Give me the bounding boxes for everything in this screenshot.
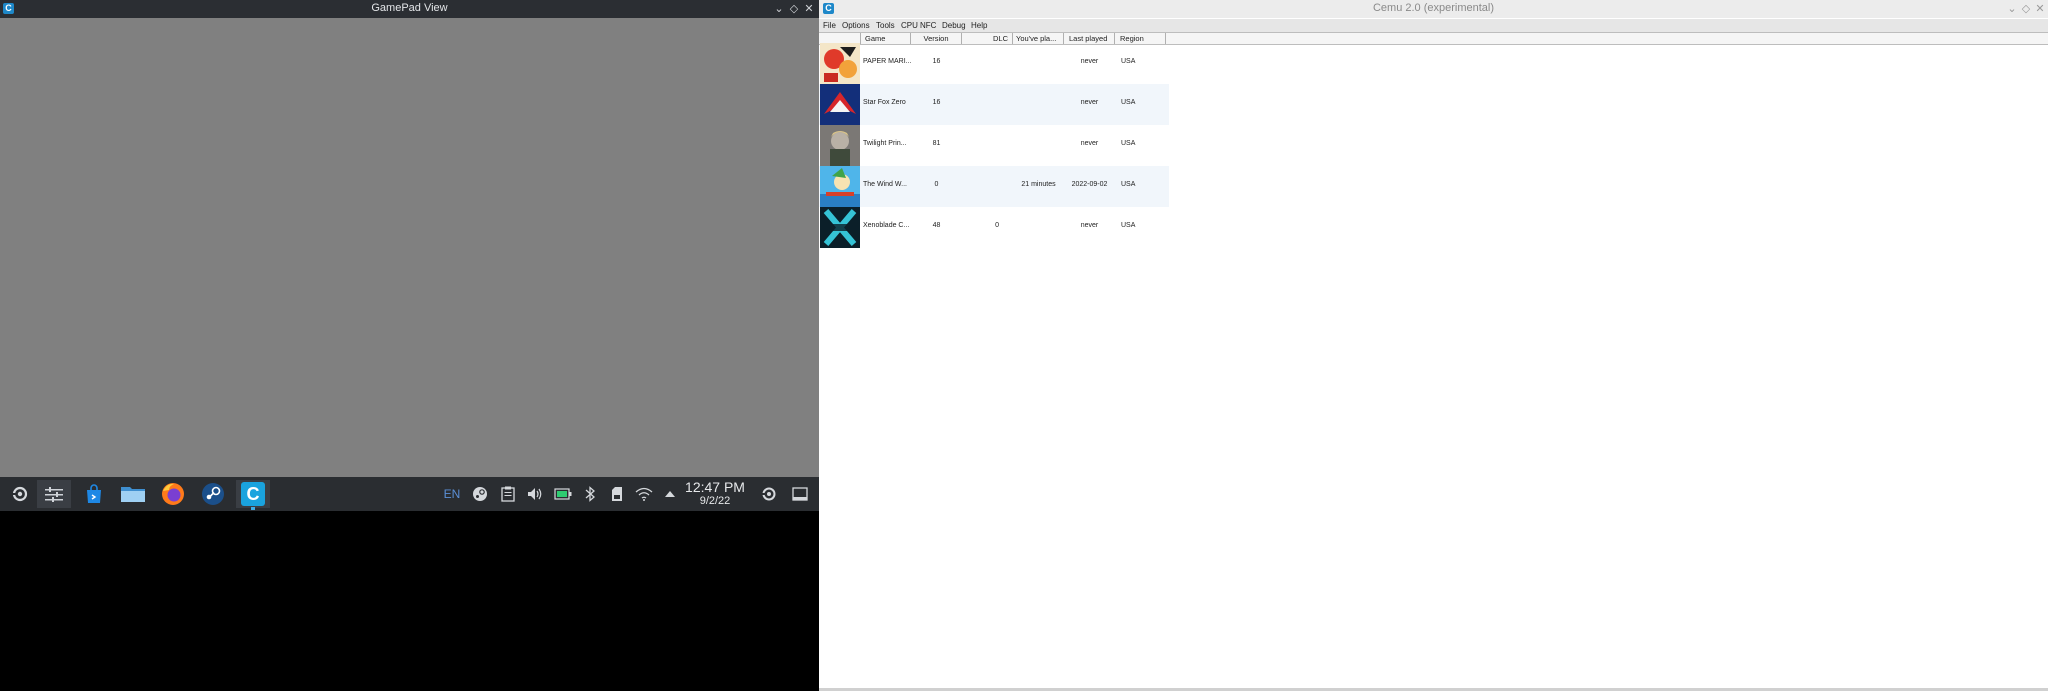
menu-tools[interactable]: Tools bbox=[876, 21, 895, 30]
game-version: 48 bbox=[932, 222, 941, 229]
gamepad-titlebar[interactable]: C GamePad View ⌄ ◇ ✕ bbox=[0, 0, 819, 18]
bluetooth-icon bbox=[585, 486, 595, 502]
clock-time: 12:47 PM bbox=[685, 479, 745, 495]
maximize-button[interactable]: ◇ bbox=[2019, 1, 2033, 17]
game-title: PAPER MARI... bbox=[863, 58, 912, 65]
minimize-button[interactable]: ⌄ bbox=[772, 1, 786, 17]
file-manager-button[interactable] bbox=[116, 480, 150, 508]
game-title: Star Fox Zero bbox=[863, 99, 906, 106]
gamepad-render-area[interactable] bbox=[0, 18, 819, 477]
cemu-titlebar[interactable]: C Cemu 2.0 (experimental) ⌄ ◇ ✕ bbox=[819, 0, 2048, 18]
steam-button[interactable] bbox=[196, 480, 230, 508]
game-cover-image bbox=[820, 43, 860, 84]
battery-button[interactable] bbox=[552, 477, 574, 511]
steam-tray-icon bbox=[473, 487, 487, 501]
game-last-played: never bbox=[1080, 222, 1099, 229]
game-region: USA bbox=[1121, 181, 1136, 188]
game-last-played: never bbox=[1080, 58, 1099, 65]
game-row-twilight-princess[interactable]: Twilight Prin... 81 never USA bbox=[819, 125, 1169, 166]
maximize-button[interactable]: ◇ bbox=[787, 1, 801, 17]
battery-charging-icon bbox=[554, 488, 572, 500]
shopping-bag-icon bbox=[87, 484, 101, 503]
game-title: Xenoblade C... bbox=[863, 222, 910, 229]
menu-file[interactable]: File bbox=[823, 21, 836, 30]
sd-card-icon bbox=[612, 487, 622, 501]
game-row-star-fox-zero[interactable]: Star Fox Zero 16 never USA bbox=[819, 84, 1169, 125]
firefox-icon bbox=[162, 483, 184, 505]
steam-tray-button[interactable] bbox=[469, 477, 491, 511]
menu-options[interactable]: Options bbox=[842, 21, 870, 30]
minimize-button[interactable]: ⌄ bbox=[2005, 1, 2019, 17]
start-menu-button[interactable] bbox=[2, 480, 36, 508]
volume-button[interactable] bbox=[524, 477, 546, 511]
menu-help[interactable]: Help bbox=[971, 21, 987, 30]
close-button[interactable]: ✕ bbox=[802, 1, 816, 17]
game-region: USA bbox=[1121, 99, 1136, 106]
cemu-main-window: C Cemu 2.0 (experimental) ⌄ ◇ ✕ File Opt… bbox=[819, 0, 2048, 691]
show-hidden-icons-button[interactable] bbox=[659, 477, 681, 511]
storage-button[interactable] bbox=[606, 477, 628, 511]
clipboard-icon bbox=[501, 486, 515, 502]
clock-date: 9/2/22 bbox=[699, 495, 731, 507]
folder-icon bbox=[121, 487, 145, 502]
game-last-played: 2022-09-02 bbox=[1071, 181, 1108, 188]
close-button[interactable]: ✕ bbox=[2033, 1, 2047, 17]
gamepad-window-title: GamePad View bbox=[371, 2, 448, 14]
game-version: 0 bbox=[934, 181, 939, 188]
steam-icon bbox=[202, 483, 224, 505]
game-region: USA bbox=[1121, 222, 1136, 229]
cemu-taskbar-button[interactable]: C bbox=[236, 480, 270, 510]
speaker-icon bbox=[528, 488, 542, 500]
discover-store-button[interactable] bbox=[77, 480, 111, 508]
game-region: USA bbox=[1121, 140, 1136, 147]
game-cover-image bbox=[820, 207, 860, 248]
active-indicator bbox=[251, 507, 255, 510]
firefox-button[interactable] bbox=[156, 480, 190, 508]
wifi-icon bbox=[635, 487, 653, 501]
game-row-paper-mario[interactable]: PAPER MARI... 16 never USA bbox=[819, 43, 1169, 84]
game-version: 16 bbox=[932, 99, 941, 106]
steamdeck-logo-icon bbox=[11, 486, 28, 502]
cemu-icon: C bbox=[241, 482, 265, 506]
clipboard-button[interactable] bbox=[497, 477, 519, 511]
game-cover-image bbox=[820, 84, 860, 125]
game-title: The Wind W... bbox=[863, 181, 907, 188]
menu-debug[interactable]: Debug bbox=[942, 21, 966, 30]
show-desktop-icon bbox=[792, 487, 808, 501]
steamdeck-tray-button[interactable] bbox=[757, 477, 779, 511]
steamdeck-logo-icon bbox=[761, 487, 776, 501]
menu-bar: File Options Tools CPU NFC Debug Help bbox=[819, 19, 2048, 32]
show-desktop-button[interactable] bbox=[789, 477, 811, 511]
game-dlc: 0 bbox=[995, 222, 999, 229]
game-cover-image bbox=[820, 166, 860, 207]
cemu-window-title: Cemu 2.0 (experimental) bbox=[1372, 2, 1495, 14]
game-row-wind-waker[interactable]: The Wind W... 0 21 minutes 2022-09-02 US… bbox=[819, 166, 1169, 207]
keyboard-layout-indicator[interactable]: EN bbox=[441, 477, 463, 511]
game-last-played: never bbox=[1080, 140, 1099, 147]
game-version: 81 bbox=[932, 140, 941, 147]
network-button[interactable] bbox=[633, 477, 655, 511]
settings-sliders-icon bbox=[45, 487, 63, 502]
game-playtime: 21 minutes bbox=[1021, 181, 1056, 188]
taskbar: C EN 12:47 PM 9/2/22 bbox=[0, 477, 819, 511]
game-last-played: never bbox=[1080, 99, 1099, 106]
game-version: 16 bbox=[932, 58, 941, 65]
bluetooth-button[interactable] bbox=[579, 477, 601, 511]
digital-clock[interactable]: 12:47 PM 9/2/22 bbox=[680, 480, 750, 508]
game-cover-image bbox=[820, 125, 860, 166]
gamepad-view-window: C GamePad View ⌄ ◇ ✕ C EN 12:47 PM 9/2/2… bbox=[0, 0, 819, 691]
chevron-up-icon bbox=[665, 491, 675, 497]
menu-cpu[interactable]: CPU bbox=[901, 21, 918, 30]
system-settings-button[interactable] bbox=[37, 480, 71, 508]
game-title: Twilight Prin... bbox=[863, 140, 907, 147]
menu-nfc[interactable]: NFC bbox=[920, 21, 936, 30]
game-row-xenoblade[interactable]: Xenoblade C... 48 0 never USA bbox=[819, 207, 1169, 248]
game-region: USA bbox=[1121, 58, 1136, 65]
